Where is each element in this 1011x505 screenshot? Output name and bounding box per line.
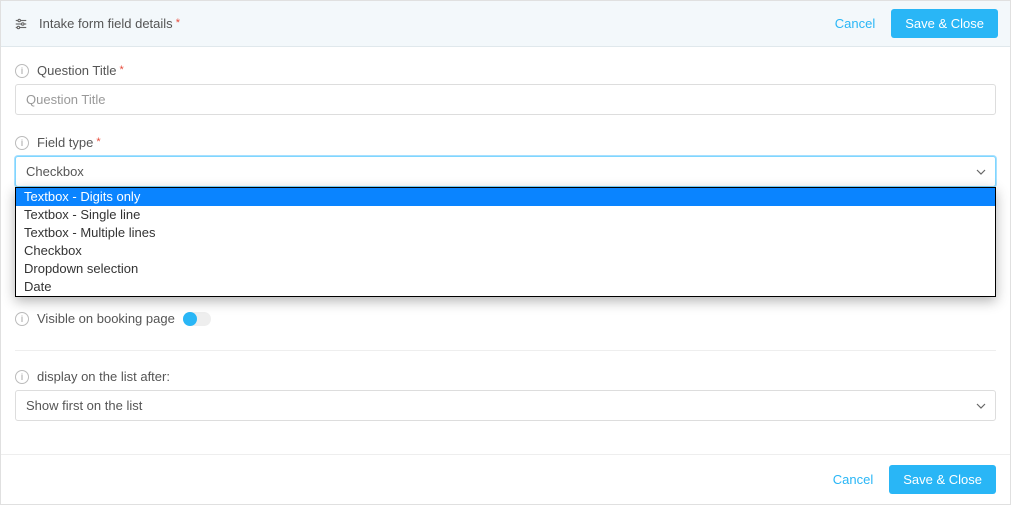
field-type-select-wrap: Checkbox	[15, 156, 996, 187]
info-icon: i	[15, 312, 29, 326]
display-after-label: display on the list after:	[37, 369, 170, 384]
field-type-group: i Field type * Checkbox	[15, 135, 996, 187]
modal-title: Intake form field details	[39, 16, 173, 31]
modal-container: Intake form field details * Cancel Save …	[0, 0, 1011, 505]
field-type-select[interactable]: Checkbox	[15, 156, 996, 187]
question-title-input[interactable]	[15, 84, 996, 115]
display-after-select[interactable]: Show first on the list	[15, 390, 996, 421]
modal-footer: Cancel Save & Close	[1, 454, 1010, 504]
display-after-group: i display on the list after: Show first …	[15, 369, 996, 421]
info-icon: i	[15, 370, 29, 384]
required-star: *	[96, 136, 100, 148]
dropdown-option[interactable]: Checkbox	[16, 242, 995, 260]
field-type-label: Field type	[37, 135, 93, 150]
toggle-knob	[183, 312, 197, 326]
required-star: *	[176, 17, 180, 29]
save-close-button[interactable]: Save & Close	[891, 9, 998, 38]
dropdown-option[interactable]: Dropdown selection	[16, 260, 995, 278]
visible-booking-toggle[interactable]	[183, 312, 211, 326]
dropdown-option[interactable]: Date	[16, 278, 995, 296]
settings-sliders-icon	[13, 16, 29, 32]
question-title-group: i Question Title *	[15, 63, 996, 115]
dropdown-option[interactable]: Textbox - Single line	[16, 206, 995, 224]
required-star: *	[120, 64, 124, 76]
modal-header: Intake form field details * Cancel Save …	[1, 1, 1010, 47]
divider	[15, 350, 996, 351]
dropdown-option[interactable]: Textbox - Multiple lines	[16, 224, 995, 242]
info-icon: i	[15, 136, 29, 150]
visible-booking-group: i Visible on booking page	[15, 305, 996, 332]
dropdown-option[interactable]: Textbox - Digits only	[16, 188, 995, 206]
field-type-dropdown: Textbox - Digits only Textbox - Single l…	[15, 187, 996, 297]
visible-booking-label: Visible on booking page	[37, 311, 175, 326]
display-after-select-wrap: Show first on the list	[15, 390, 996, 421]
cancel-button[interactable]: Cancel	[835, 16, 875, 31]
footer-cancel-button[interactable]: Cancel	[833, 472, 873, 487]
question-title-label: Question Title	[37, 63, 117, 78]
info-icon: i	[15, 64, 29, 78]
footer-save-close-button[interactable]: Save & Close	[889, 465, 996, 494]
